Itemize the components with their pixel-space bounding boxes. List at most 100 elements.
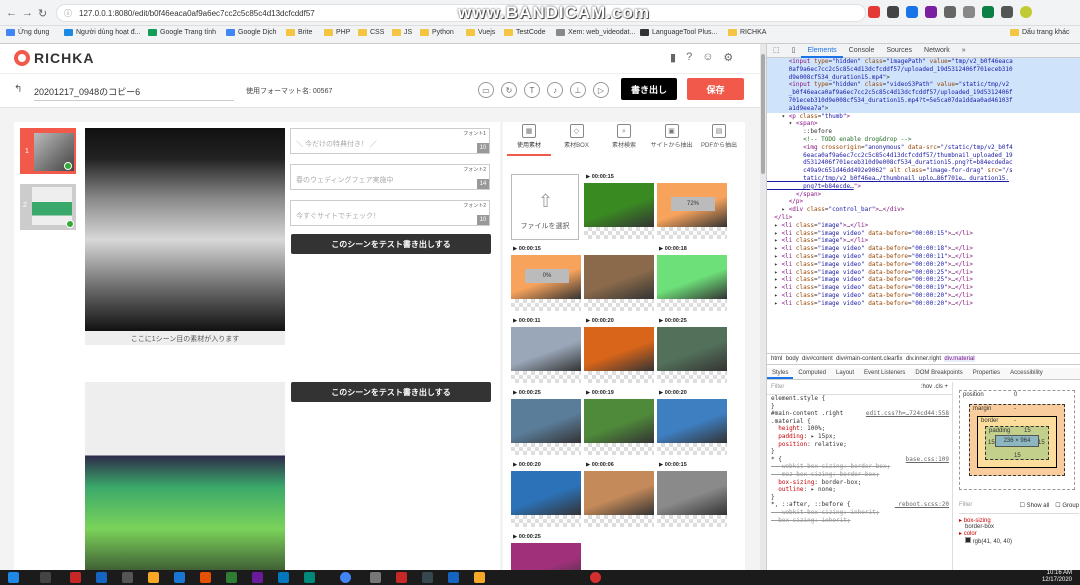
styles-pane[interactable]: Filter:hov .cls + element.style { } #mai…	[767, 382, 953, 570]
dom-line[interactable]: ▸ <li class="image video" data-before="0…	[767, 253, 1080, 261]
material-item[interactable]: ▶ 00:00:11	[511, 317, 581, 383]
app-icon[interactable]	[278, 572, 289, 583]
layout-icon[interactable]: ▭	[478, 82, 494, 98]
dom-line[interactable]: ▸ <li class="image video" data-before="0…	[767, 261, 1080, 269]
material-item[interactable]: ▶ 00:00:15	[584, 173, 654, 239]
tab-extract-site[interactable]: ▣ サイトから抽出	[650, 122, 694, 156]
dom-line[interactable]: ▸ <li class="image video" data-before="0…	[767, 292, 1080, 300]
bookmark[interactable]: LanguageTool Plus...	[640, 29, 717, 36]
logo[interactable]: RICHKA	[14, 50, 94, 66]
dom-tree[interactable]: <input type="hidden" class="imagePath" v…	[767, 58, 1080, 352]
avatar[interactable]	[1020, 6, 1032, 18]
tab-layout[interactable]: Layout	[831, 368, 859, 379]
material-item[interactable]: ▶ 00:00:20	[657, 389, 727, 455]
dom-line[interactable]: d9e008cf534_duration15.mp4">	[767, 73, 1080, 82]
app-icon[interactable]	[304, 572, 315, 583]
play-icon[interactable]: ▷	[593, 82, 609, 98]
tab-properties[interactable]: Properties	[968, 368, 1005, 379]
url-text[interactable]: 127.0.0.1:8080/edit/b0f46eaca0af9a6ec7cc…	[79, 9, 315, 18]
user-icon[interactable]: ☺	[702, 51, 713, 64]
test-export-button[interactable]: このシーンをテスト書き出しする	[291, 234, 491, 254]
refresh-icon[interactable]: ↻	[501, 82, 517, 98]
dom-line[interactable]: ▾ <span>	[767, 120, 1080, 128]
material-item[interactable]: 0% ▶ 00:00:15	[511, 245, 581, 311]
material-item[interactable]	[584, 245, 654, 311]
dom-line[interactable]: <img crossorigin="anonymous" data-src="/…	[767, 144, 1080, 152]
computed-filter[interactable]: Filter ☐ Group ☐ Show all	[959, 502, 1079, 514]
dom-line[interactable]: a1d9eea7a">	[767, 104, 1080, 113]
forward-icon[interactable]: →	[22, 7, 33, 19]
clock[interactable]: 10:16 AM 12/17/2020	[1042, 570, 1072, 584]
back-arrow-icon[interactable]: ↰	[14, 84, 22, 95]
export-button[interactable]: 書き出し	[621, 78, 677, 100]
dom-line[interactable]: tatic/tmp/v2_b0f46ea…/thumbnail_uplo…86f…	[767, 175, 1080, 183]
app-icon[interactable]	[448, 572, 459, 583]
extension-icon[interactable]	[1001, 6, 1013, 18]
bookmark-folder[interactable]: Dấu trang khác	[1010, 29, 1069, 36]
material-item[interactable]: ▶ 00:00:25	[511, 533, 581, 570]
dom-line[interactable]: png?t=b84ecde…">	[767, 183, 1080, 191]
info-icon[interactable]: ⓘ	[64, 8, 72, 19]
dom-line[interactable]: ▸ <li class="image video" data-before="0…	[767, 269, 1080, 277]
bookmark[interactable]: Google Dịch	[226, 29, 277, 36]
dom-line[interactable]: ▸ <li class="image video" data-before="0…	[767, 276, 1080, 284]
text-field-3[interactable]: フォント2 今すぐサイトでチェック！ 10	[290, 200, 490, 226]
tab-styles[interactable]: Styles	[767, 368, 794, 379]
tab-accessibility[interactable]: Accessibility	[1005, 368, 1048, 379]
app-icon[interactable]	[474, 572, 485, 583]
app-icon[interactable]	[226, 572, 237, 583]
bookmark-folder[interactable]: JS	[392, 29, 412, 36]
back-icon[interactable]: ←	[6, 7, 17, 19]
bookmark-folder[interactable]: RICHKA	[728, 29, 766, 36]
app-icon[interactable]	[252, 572, 263, 583]
music-icon[interactable]: ♪	[547, 82, 563, 98]
crumb-item[interactable]: div#main-content.clearfix	[836, 356, 902, 362]
crumb-item[interactable]: div#content	[802, 356, 833, 362]
start-icon[interactable]	[8, 572, 19, 583]
bookmark-folder[interactable]: CSS	[358, 29, 384, 36]
folder-icon[interactable]	[148, 572, 159, 583]
search-icon[interactable]	[40, 572, 51, 583]
dom-line[interactable]: </p>	[767, 198, 1080, 206]
extension-icon[interactable]	[906, 6, 918, 18]
tab-used-materials[interactable]: ▦ 使用素材	[507, 122, 551, 156]
bookmark-folder[interactable]: PHP	[324, 29, 350, 36]
app-icon[interactable]	[422, 572, 433, 583]
text-value[interactable]: ＼ 今だけの特典付き！ ／	[296, 139, 377, 149]
text-field-1[interactable]: フォント1 ＼ 今だけの特典付き！ ／ 10	[290, 128, 490, 154]
material-item[interactable]: ▶ 00:00:25	[511, 389, 581, 455]
material-item[interactable]: ▶ 00:00:15	[657, 461, 727, 527]
show-all-checkbox[interactable]: ☐ Show all	[1020, 502, 1050, 509]
material-item[interactable]: ▶ 00:00:25	[657, 317, 727, 383]
extension-icon[interactable]	[925, 6, 937, 18]
dom-line[interactable]: <input type="hidden" class="imagePath" v…	[767, 58, 1080, 66]
app-icon[interactable]	[122, 572, 133, 583]
material-item[interactable]: ▶ 00:00:20	[511, 461, 581, 527]
bookmark[interactable]: Người dùng hoạt đ...	[64, 29, 141, 36]
inspect-icon[interactable]: ⬚	[767, 44, 786, 58]
material-item[interactable]: ▶ 00:00:18	[657, 245, 727, 311]
app-icon[interactable]	[370, 572, 381, 583]
stamp-icon[interactable]: ⊥	[570, 82, 586, 98]
tab-more[interactable]: »	[956, 44, 972, 58]
dom-line[interactable]: 6eaca0af9a6ec7cc2c5c85c4d13dcfcddf57/thu…	[767, 152, 1080, 160]
file-upload-button[interactable]: ⇧ ファイルを選択	[511, 174, 579, 240]
tab-elements[interactable]: Elements	[801, 44, 843, 58]
dom-line[interactable]: <!-- TODO enable drog&drop -->	[767, 136, 1080, 144]
dom-line[interactable]: ▸ <li class="image">…</li>	[767, 237, 1080, 245]
dom-line[interactable]: ▾ <p class="thumb">	[767, 113, 1080, 121]
app-icon[interactable]	[396, 572, 407, 583]
text-value[interactable]: 春のウェディングフェア実施中	[296, 175, 394, 185]
app-icon[interactable]	[96, 572, 107, 583]
help-icon[interactable]: ?	[686, 51, 692, 64]
dom-line[interactable]: _b0f46eaca0af9a6ec7cc2c5c85c4d13dcfcddf5…	[767, 89, 1080, 97]
dom-line[interactable]: ▸ <li class="image video" data-before="0…	[767, 284, 1080, 292]
app-icon[interactable]	[70, 572, 81, 583]
material-item[interactable]: ▶ 00:00:19	[584, 389, 654, 455]
scene1-preview[interactable]	[85, 128, 285, 331]
bookmark[interactable]: Ứng dụng	[6, 29, 49, 36]
tab-console[interactable]: Console	[843, 44, 881, 58]
tab-material-box[interactable]: ◇ 素材BOX	[555, 122, 599, 156]
dom-line[interactable]: ▸ <li class="image video" data-before="0…	[767, 230, 1080, 238]
dom-line[interactable]: ::before	[767, 128, 1080, 136]
